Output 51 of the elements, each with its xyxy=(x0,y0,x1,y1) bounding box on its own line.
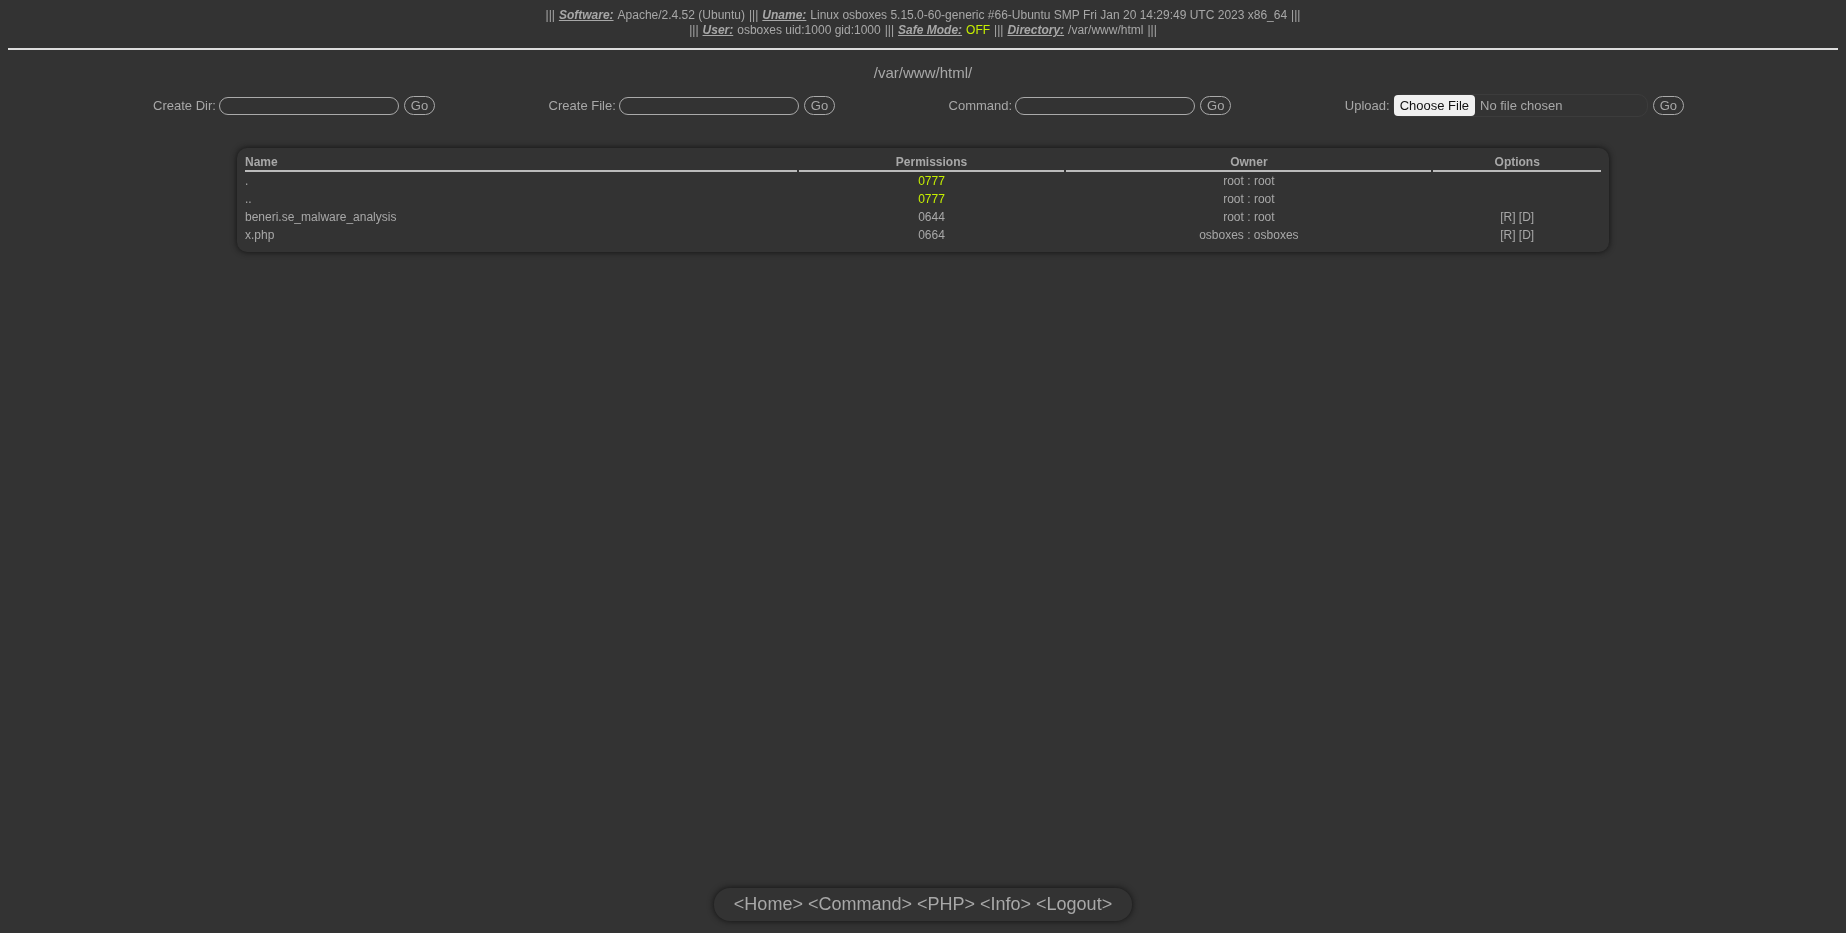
nav-link[interactable]: <PHP> xyxy=(916,894,975,915)
input-field[interactable] xyxy=(618,96,799,115)
info-value: osboxes uid:1000 gid:1000 xyxy=(737,23,881,37)
permissions-cell: 0644 xyxy=(918,210,945,224)
nav-link[interactable]: <Info> xyxy=(980,894,1032,915)
nav-link[interactable]: <Home> xyxy=(733,894,803,915)
file-options[interactable]: [R] [D] xyxy=(1500,210,1535,224)
owner-cell: root : root xyxy=(1223,192,1275,206)
column-header: Options xyxy=(1433,153,1601,172)
info-value: Apache/2.4.52 (Ubuntu) xyxy=(617,8,745,22)
permissions-cell: 0777 xyxy=(918,174,945,188)
column-header: Name xyxy=(245,153,797,172)
owner-cell: osboxes : osboxes xyxy=(1199,228,1299,242)
nav-link[interactable]: <Logout> xyxy=(1036,894,1113,915)
input-field[interactable] xyxy=(218,96,399,115)
column-header: Owner xyxy=(1066,153,1432,172)
info-label: User: xyxy=(702,23,734,37)
separator: ||| xyxy=(1291,8,1301,22)
info-value: Linux osboxes 5.15.0-60-generic #66-Ubuntu SMP Fri Jan 20 14:29:49 UTC 2023 x86_64 xyxy=(810,8,1288,22)
file-name[interactable]: beneri.se_malware_analysis xyxy=(245,210,397,224)
form-label: Create File: xyxy=(548,98,616,113)
file-options[interactable]: [R] [D] xyxy=(1500,228,1535,242)
info-value: /var/www/html xyxy=(1068,23,1144,37)
file-name[interactable]: .. xyxy=(245,192,252,206)
file-name[interactable]: x.php xyxy=(245,228,275,242)
separator: ||| xyxy=(1147,23,1157,37)
form-label: Upload: xyxy=(1344,98,1390,113)
input-field[interactable] xyxy=(1015,96,1196,115)
info-status: OFF xyxy=(966,23,991,37)
choose-file-button[interactable]: Choose File xyxy=(1393,95,1476,116)
separator: ||| xyxy=(545,8,555,22)
separator: ||| xyxy=(689,23,699,37)
file-name[interactable]: . xyxy=(245,174,249,188)
separator: ||| xyxy=(749,8,759,22)
current-path: /var/www/html/ xyxy=(872,64,974,81)
separator: ||| xyxy=(884,23,895,37)
info-label: Safe Mode: xyxy=(898,23,963,37)
permissions-cell: 0664 xyxy=(918,228,945,242)
file-status: No file chosen xyxy=(1479,98,1563,113)
owner-cell: root : root xyxy=(1223,210,1275,224)
separator: ||| xyxy=(994,23,1004,37)
permissions-cell: 0777 xyxy=(918,192,945,206)
info-label: Directory: xyxy=(1007,23,1065,37)
column-header: Permissions xyxy=(798,153,1065,172)
nav-link[interactable]: <Command> xyxy=(807,894,912,915)
owner-cell: root : root xyxy=(1223,174,1275,188)
info-label: Software: xyxy=(558,8,614,22)
form-label: Create Dir: xyxy=(153,98,216,113)
form-label: Command: xyxy=(948,98,1013,113)
file-input[interactable]: Choose File No file chosen xyxy=(1392,94,1648,117)
info-label: Uname: xyxy=(762,8,807,22)
